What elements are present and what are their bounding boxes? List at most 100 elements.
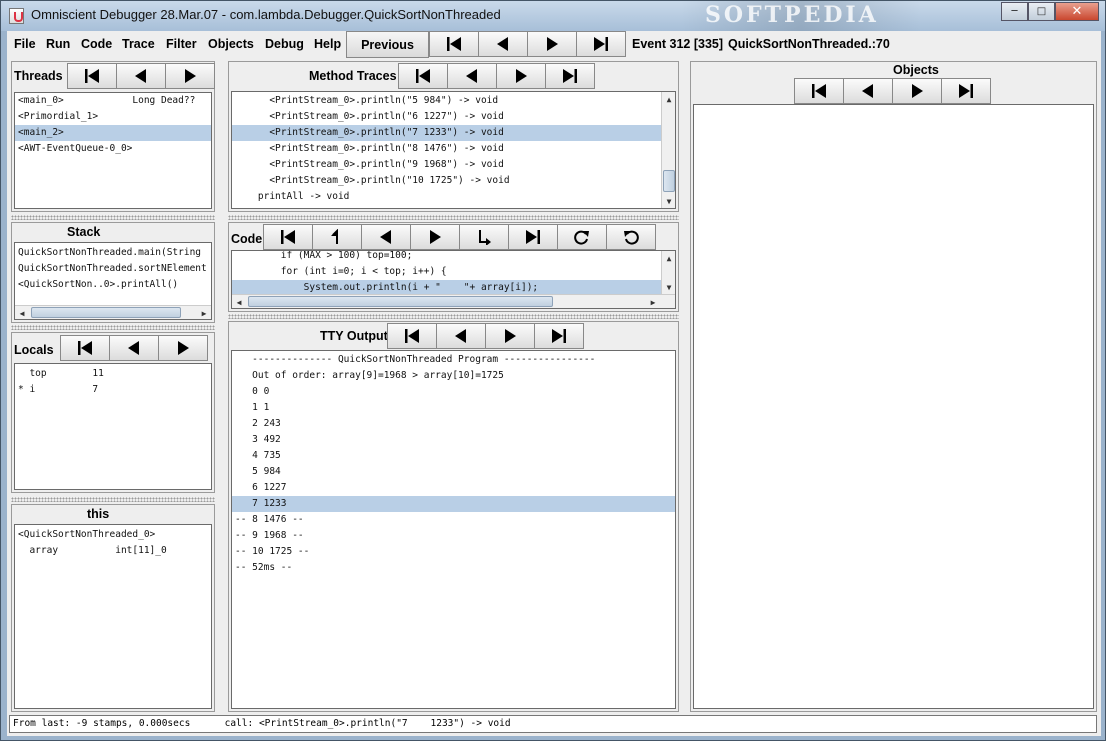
list-item[interactable]: QuickSortNonThreaded.sortNElement — [15, 261, 207, 277]
previous-button[interactable]: Previous — [346, 31, 429, 58]
list-item[interactable]: -- 9 1968 -- — [232, 528, 675, 544]
skip-to-first-icon[interactable] — [263, 224, 313, 250]
step-forward-icon[interactable] — [158, 335, 208, 361]
menu-help[interactable]: Help — [314, 37, 341, 51]
step-into-icon[interactable] — [459, 224, 509, 250]
horizontal-scrollbar[interactable]: ◀ ▶ — [15, 305, 211, 319]
scroll-down-icon[interactable]: ▼ — [662, 280, 675, 294]
list-item[interactable]: 3 492 — [232, 432, 675, 448]
menu-objects[interactable]: Objects — [208, 37, 254, 51]
skip-to-last-icon[interactable] — [576, 31, 626, 57]
menu-debug[interactable]: Debug — [265, 37, 304, 51]
scroll-thumb[interactable] — [248, 296, 553, 307]
list-item[interactable]: -- 52ms -- — [232, 560, 675, 576]
list-item[interactable]: 2 243 — [232, 416, 675, 432]
skip-to-first-icon[interactable] — [429, 31, 479, 57]
step-back-icon[interactable] — [478, 31, 528, 57]
step-forward-icon[interactable] — [496, 63, 546, 89]
close-icon[interactable]: ✕ — [1055, 2, 1099, 21]
skip-to-first-icon[interactable] — [67, 63, 117, 89]
step-back-icon[interactable] — [109, 335, 159, 361]
horizontal-scrollbar[interactable]: ◀ ▶ — [232, 294, 675, 308]
minimize-icon[interactable]: ─ — [1001, 2, 1028, 21]
list-item[interactable]: 5 984 — [232, 464, 675, 480]
menu-trace[interactable]: Trace — [122, 37, 155, 51]
step-out-icon[interactable] — [312, 224, 362, 250]
scroll-up-icon[interactable]: ▲ — [662, 92, 675, 106]
step-back-icon[interactable] — [447, 63, 497, 89]
list-item[interactable]: <PrintStream_0>.println("6 1227") -> voi… — [232, 109, 662, 125]
splitter[interactable] — [11, 215, 215, 220]
scroll-thumb[interactable] — [31, 307, 181, 318]
step-back-icon[interactable] — [361, 224, 411, 250]
objects-canvas[interactable] — [693, 104, 1094, 709]
list-item[interactable]: <main_0> Long Dead?? — [15, 93, 211, 109]
list-item[interactable]: top 11 — [15, 366, 103, 382]
splitter[interactable] — [11, 497, 215, 502]
undo-icon[interactable] — [606, 224, 656, 250]
scroll-left-icon[interactable]: ◀ — [232, 295, 246, 308]
list-item[interactable]: printAll -> void — [232, 189, 662, 205]
scroll-right-icon[interactable]: ▶ — [197, 306, 211, 319]
redo-icon[interactable] — [557, 224, 607, 250]
list-item[interactable]: <PrintStream_0>.println("8 1476") -> voi… — [232, 141, 662, 157]
list-item[interactable]: 1 1 — [232, 400, 675, 416]
step-forward-icon[interactable] — [892, 78, 942, 104]
list-item[interactable]: <QuickSortNonThreaded_0> — [15, 527, 155, 543]
splitter[interactable] — [228, 314, 679, 319]
list-item[interactable]: 4 735 — [232, 448, 675, 464]
window-title: Omniscient Debugger 28.Mar.07 - com.lamb… — [31, 7, 501, 22]
list-item[interactable]: array int[11]_0 — [15, 543, 166, 559]
scroll-up-icon[interactable]: ▲ — [662, 251, 675, 265]
list-item[interactable]: * i 7 — [15, 382, 98, 398]
skip-to-last-icon[interactable] — [508, 224, 558, 250]
list-item[interactable]: -- 8 1476 -- — [232, 512, 675, 528]
this-panel: this <QuickSortNonThreaded_0> array int[… — [11, 504, 215, 712]
scroll-thumb[interactable] — [663, 170, 675, 192]
step-back-icon[interactable] — [116, 63, 166, 89]
scroll-left-icon[interactable]: ◀ — [15, 306, 29, 319]
list-item[interactable]: QuickSortNonThreaded.main(String — [15, 245, 201, 261]
step-forward-icon[interactable] — [527, 31, 577, 57]
list-item[interactable]: <Primordial_1> — [15, 109, 211, 125]
list-item[interactable]: <main_2> — [15, 125, 211, 141]
skip-to-first-icon[interactable] — [387, 323, 437, 349]
skip-to-last-icon[interactable] — [534, 323, 584, 349]
menu-run[interactable]: Run — [46, 37, 70, 51]
list-item[interactable]: 0 0 — [232, 384, 675, 400]
step-forward-icon[interactable] — [410, 224, 460, 250]
list-item[interactable]: <PrintStream_0>.println("7 1233") -> voi… — [232, 125, 662, 141]
list-item[interactable]: <PrintStream_0>.println("10 1725") -> vo… — [232, 173, 662, 189]
menu-code[interactable]: Code — [81, 37, 112, 51]
list-item[interactable]: Out of order: array[9]=1968 > array[10]=… — [232, 368, 675, 384]
vertical-scrollbar[interactable]: ▲ ▼ — [661, 251, 675, 295]
list-item[interactable]: if (MAX > 100) top=100; — [232, 251, 662, 264]
maximize-icon[interactable]: □ — [1028, 2, 1055, 21]
step-back-icon[interactable] — [436, 323, 486, 349]
list-item[interactable]: <QuickSortNon..0>.printAll() — [15, 277, 178, 293]
scroll-down-icon[interactable]: ▼ — [662, 194, 675, 208]
vertical-scrollbar[interactable]: ▲ ▼ — [661, 92, 675, 208]
list-item[interactable]: for (int i=0; i < top; i++) { — [232, 264, 662, 280]
list-item[interactable]: 7 1233 — [232, 496, 675, 512]
skip-to-last-icon[interactable] — [545, 63, 595, 89]
splitter[interactable] — [11, 325, 215, 330]
splitter[interactable] — [228, 215, 679, 220]
list-item[interactable]: <PrintStream_0>.println("5 984") -> void — [232, 93, 662, 109]
scroll-right-icon[interactable]: ▶ — [646, 295, 660, 308]
skip-to-first-icon[interactable] — [60, 335, 110, 361]
skip-to-first-icon[interactable] — [398, 63, 448, 89]
step-forward-icon[interactable] — [165, 63, 215, 89]
skip-to-last-icon[interactable] — [941, 78, 991, 104]
skip-to-first-icon[interactable] — [794, 78, 844, 104]
step-forward-icon[interactable] — [485, 323, 535, 349]
list-item[interactable]: 6 1227 — [232, 480, 675, 496]
menu-file[interactable]: File — [14, 37, 36, 51]
status-bar: From last: -9 stamps, 0.000secs call: <P… — [7, 712, 1101, 736]
list-item[interactable]: <AWT-EventQueue-0_0> — [15, 141, 211, 157]
list-item[interactable]: -------------- QuickSortNonThreaded Prog… — [232, 352, 675, 368]
menu-filter[interactable]: Filter — [166, 37, 197, 51]
step-back-icon[interactable] — [843, 78, 893, 104]
list-item[interactable]: -- 10 1725 -- — [232, 544, 675, 560]
list-item[interactable]: <PrintStream_0>.println("9 1968") -> voi… — [232, 157, 662, 173]
